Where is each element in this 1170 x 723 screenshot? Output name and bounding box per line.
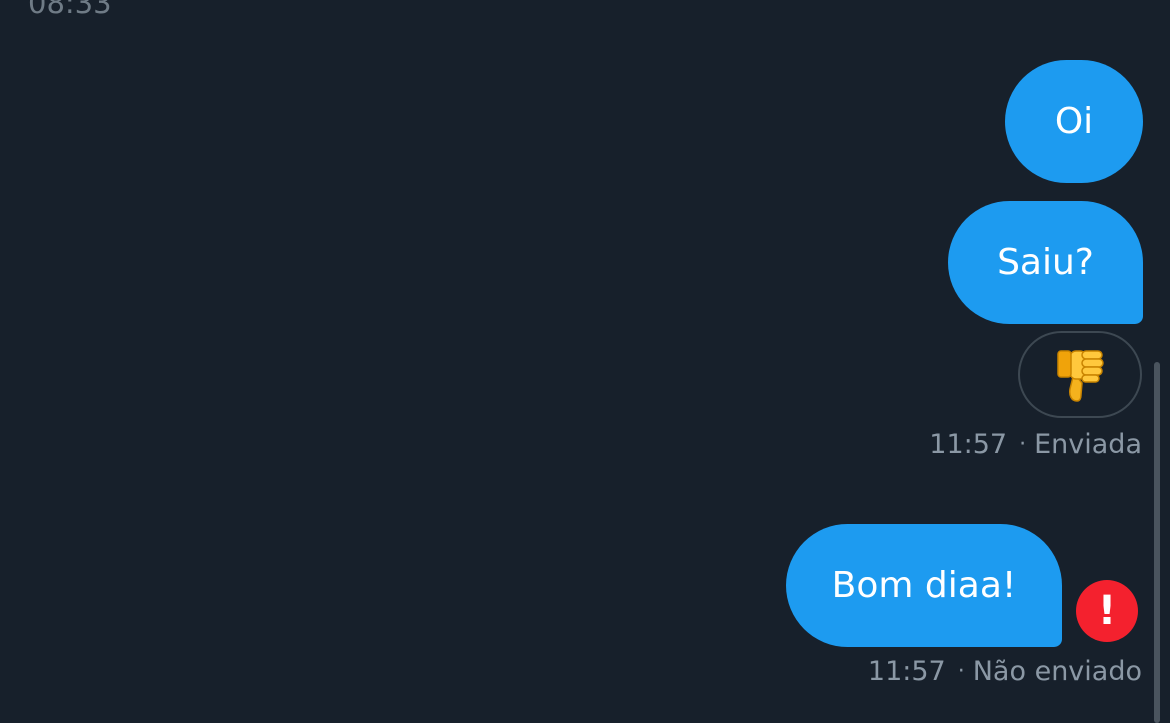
message-bubble[interactable]: Oi	[1005, 60, 1143, 183]
chat-screen: 08:33 Oi Saiu? 11:57 · Enviada Bom diaa!…	[0, 0, 1170, 723]
message-meta: 11:57 · Não enviado	[868, 656, 1142, 688]
message-time: 11:57	[929, 429, 1008, 460]
message-text: Bom diaa!	[831, 565, 1017, 606]
previous-message-timestamp: 08:33	[28, 0, 112, 20]
message-status: Não enviado	[972, 656, 1142, 687]
send-error-icon[interactable]: !	[1076, 580, 1138, 642]
message-status: Enviada	[1034, 429, 1142, 460]
message-time: 11:57	[867, 656, 946, 687]
message-bubble[interactable]: Bom diaa!	[786, 524, 1062, 647]
meta-separator: ·	[957, 659, 965, 684]
message-bubble[interactable]: Saiu?	[948, 201, 1143, 324]
meta-separator: ·	[1019, 432, 1027, 457]
message-text: Saiu?	[997, 242, 1094, 283]
error-mark: !	[1097, 588, 1117, 634]
scrollbar[interactable]	[1154, 362, 1160, 723]
message-meta: 11:57 · Enviada	[929, 429, 1142, 461]
message-text: Oi	[1054, 101, 1094, 142]
message-reaction[interactable]	[1018, 331, 1142, 418]
thumbs-down-icon	[1057, 349, 1104, 402]
